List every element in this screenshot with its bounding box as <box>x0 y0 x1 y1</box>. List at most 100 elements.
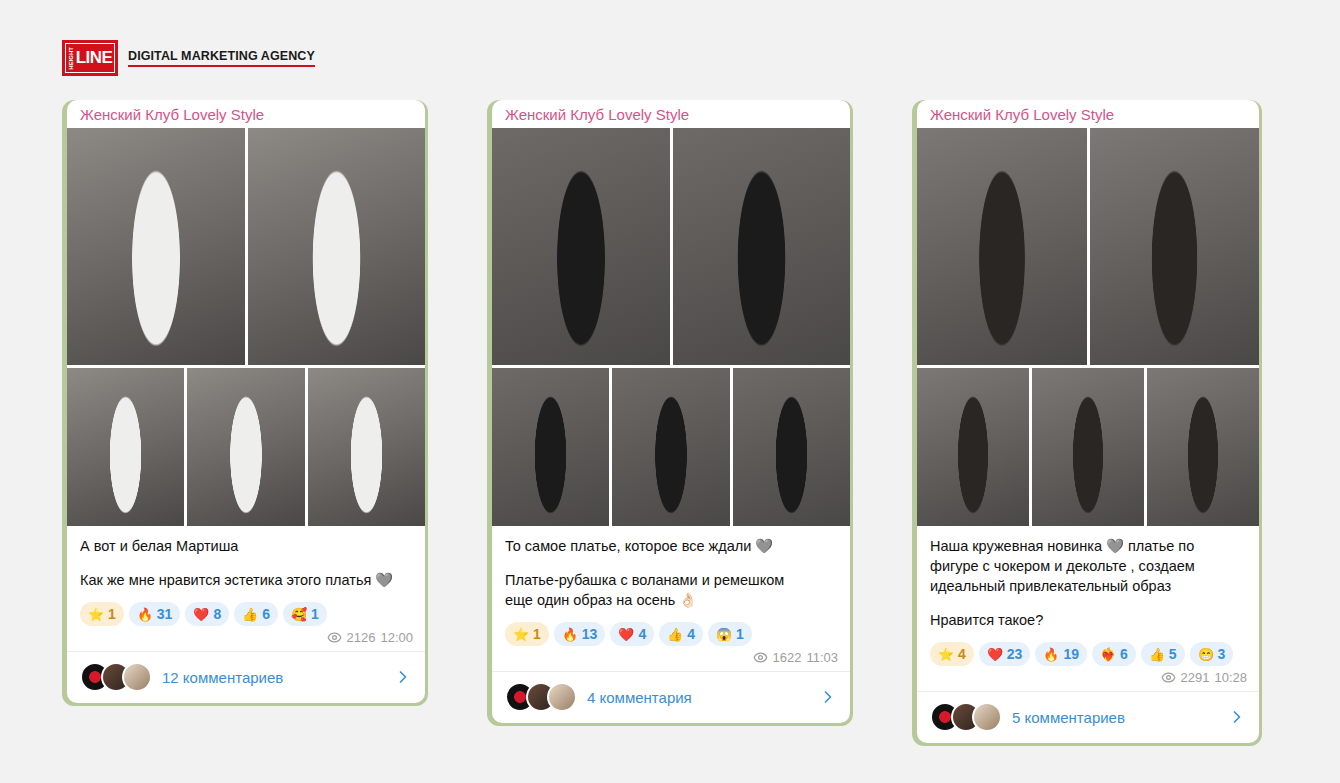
reaction-emoji: 🥰 <box>291 607 307 622</box>
chevron-right-icon[interactable] <box>393 667 413 687</box>
reaction[interactable]: ❤️23 <box>979 642 1031 666</box>
reaction[interactable]: ❤️8 <box>185 602 229 626</box>
photo[interactable] <box>492 128 670 365</box>
photo[interactable] <box>612 368 729 526</box>
photo-grid <box>492 128 850 526</box>
reaction-count: 31 <box>157 606 173 622</box>
reaction[interactable]: ⭐1 <box>505 622 549 646</box>
reaction[interactable]: 👍5 <box>1141 642 1185 666</box>
comments-count[interactable]: 5 комментариев <box>1012 709 1217 726</box>
reaction-emoji: 😱 <box>716 627 732 642</box>
reaction-count: 4 <box>687 626 695 642</box>
reactions: ⭐1🔥31❤️8👍6🥰1 <box>67 594 425 626</box>
photo[interactable] <box>187 368 304 526</box>
reaction[interactable]: 👍4 <box>659 622 703 646</box>
photo[interactable] <box>1147 368 1259 526</box>
reaction[interactable]: 👍6 <box>234 602 278 626</box>
logo-mark-top: HEIGHT <box>68 47 74 70</box>
post-card: Женский Клуб Lovely Style Наша кружевная … <box>912 100 1262 746</box>
photo[interactable] <box>917 368 1029 526</box>
commenter-avatars <box>80 662 152 692</box>
page: HEIGHTLINEDIGITAL MARKETING AGENCY Женски… <box>0 0 1340 746</box>
eye-icon <box>753 650 768 665</box>
reaction[interactable]: ❤️‍🔥6 <box>1092 642 1136 666</box>
reaction-emoji: 🔥 <box>137 607 153 622</box>
post-paragraph: Наша кружевная новинка 🩶 платье по фигур… <box>930 536 1246 596</box>
photo[interactable] <box>492 368 609 526</box>
photo[interactable] <box>733 368 850 526</box>
post-text: А вот и белая Мартиша Как же мне нравится… <box>67 526 425 594</box>
reaction[interactable]: ⭐1 <box>80 602 124 626</box>
time: 11:03 <box>806 650 838 665</box>
photo[interactable] <box>248 128 426 365</box>
post-paragraph: То самое платье, которое все ждали 🩶 <box>505 536 837 556</box>
avatar <box>972 702 1002 732</box>
post-text: То самое платье, которое все ждали 🩶 Плат… <box>492 526 850 614</box>
brand: HEIGHTLINEDIGITAL MARKETING AGENCY <box>62 40 1340 76</box>
post-line: Нравится такое? <box>930 610 1246 630</box>
reaction[interactable]: 🥰1 <box>283 602 327 626</box>
photo-row <box>492 128 850 365</box>
comments-bar[interactable]: 12 комментариев <box>67 651 425 703</box>
channel-name[interactable]: Женский Клуб Lovely Style <box>67 100 425 128</box>
post-bubble: Женский Клуб Lovely Style А вот и белая М… <box>67 100 425 703</box>
photo-row <box>917 368 1259 526</box>
reaction-count: 5 <box>1169 646 1177 662</box>
photo[interactable] <box>1032 368 1144 526</box>
post-paragraph: Нравится такое? <box>930 610 1246 630</box>
reaction-count: 1 <box>533 626 541 642</box>
views: 1622 <box>773 650 802 665</box>
reaction[interactable]: 🔥 19 <box>1035 642 1087 666</box>
reaction-emoji: 🔥 <box>562 627 578 642</box>
reaction[interactable]: 🔥 31 <box>129 602 181 626</box>
photo[interactable] <box>673 128 851 365</box>
reaction[interactable]: ❤️ 4 <box>610 622 654 646</box>
reaction[interactable]: 🔥 13 <box>554 622 606 646</box>
views: 2126 <box>347 630 376 645</box>
photo-row <box>917 128 1259 365</box>
reaction-count: 1 <box>108 606 116 622</box>
chevron-right-icon[interactable] <box>818 687 838 707</box>
eye-icon <box>327 630 342 645</box>
post-meta: 229110:28 <box>917 666 1259 691</box>
post-line: Платье-рубашка с воланами и ремешком <box>505 570 837 590</box>
reaction-count: 4 <box>638 626 646 642</box>
post-paragraph: Платье-рубашка с воланами и ремешкомеще … <box>505 570 837 610</box>
comments-bar[interactable]: 5 комментариев <box>917 691 1259 743</box>
commenter-avatars <box>930 702 1002 732</box>
reactions: ⭐1🔥13❤️4👍4😱1 <box>492 614 850 646</box>
reaction-emoji: ❤️ <box>618 627 634 642</box>
channel-name[interactable]: Женский Клуб Lovely Style <box>917 100 1259 128</box>
post-line: Наша кружевная новинка 🩶 платье по фигур… <box>930 536 1246 596</box>
photo[interactable] <box>67 128 245 365</box>
post-line: Как же мне нравится эстетика этого плать… <box>80 570 412 590</box>
reaction-emoji: ⭐ <box>938 647 954 662</box>
comments-count[interactable]: 12 комментариев <box>162 669 383 686</box>
reaction-emoji: ⭐ <box>513 627 529 642</box>
photo-grid <box>917 128 1259 526</box>
post-line: А вот и белая Мартиша <box>80 536 412 556</box>
photo[interactable] <box>67 368 184 526</box>
comments-bar[interactable]: 4 комментария <box>492 671 850 723</box>
reaction-count: 19 <box>1063 646 1079 662</box>
reaction[interactable]: 😁3 <box>1190 642 1234 666</box>
reaction-emoji: ⭐ <box>88 607 104 622</box>
photo[interactable] <box>308 368 425 526</box>
reaction[interactable]: ⭐4 <box>930 642 974 666</box>
photo[interactable] <box>917 128 1087 365</box>
chevron-right-icon[interactable] <box>1227 707 1247 727</box>
avatar <box>547 682 577 712</box>
channel-name[interactable]: Женский Клуб Lovely Style <box>492 100 850 128</box>
reaction-count: 3 <box>1218 646 1226 662</box>
post-meta: 1622 11:03 <box>492 646 850 671</box>
comments-count[interactable]: 4 комментария <box>587 689 808 706</box>
reaction-count: 4 <box>958 646 966 662</box>
photo[interactable] <box>1090 128 1260 365</box>
reaction-count: 13 <box>582 626 598 642</box>
photo-row <box>67 368 425 526</box>
reaction-emoji: 🔥 <box>1043 647 1059 662</box>
commenter-avatars <box>505 682 577 712</box>
reaction[interactable]: 😱1 <box>708 622 752 646</box>
photo-row <box>492 368 850 526</box>
reaction-emoji: 😁 <box>1198 647 1214 662</box>
